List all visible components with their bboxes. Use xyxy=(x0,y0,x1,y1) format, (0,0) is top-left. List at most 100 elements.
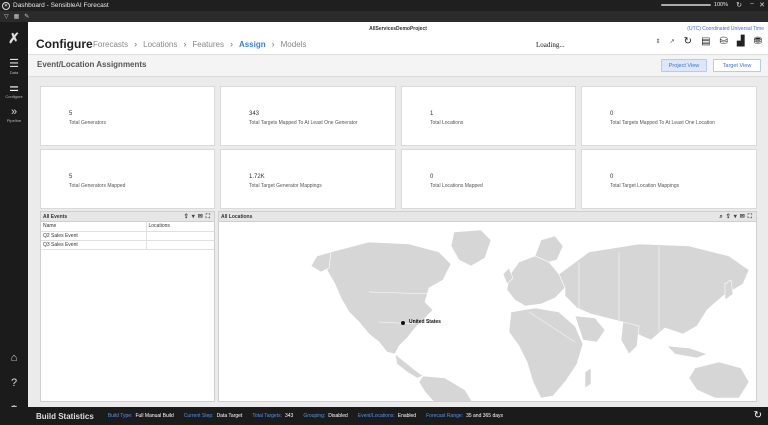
column-header-locations[interactable]: Locations xyxy=(145,222,214,232)
stat-build-type: Build Type: Full Manual Build xyxy=(108,413,174,419)
stat-key: Build Type: xyxy=(107,413,133,419)
events-panel-tools: ⇪ ▾ ✉ ⛶ xyxy=(184,212,210,222)
comment-icon[interactable]: ✉ xyxy=(740,212,745,222)
event-locations-cell[interactable] xyxy=(145,240,214,250)
events-table: Name Locations Q2 Sales Event Q3 Sales E… xyxy=(41,222,214,250)
target-view-button[interactable]: Target View xyxy=(713,59,761,72)
indonesia-shape xyxy=(666,345,708,359)
table-row[interactable]: Q3 Sales Event xyxy=(41,240,214,250)
chevron-right-icon: › xyxy=(183,39,187,49)
stat-value: Enabled xyxy=(397,413,417,419)
nav-item-data[interactable]: ☰ Data xyxy=(0,58,28,75)
stat-current-step: Current Step: Data Target xyxy=(184,413,243,419)
table-header-row: Name Locations xyxy=(41,222,214,232)
stat-key: Forecast Range: xyxy=(426,413,464,419)
metric-value: 0 xyxy=(610,174,614,180)
nav-item-home[interactable]: ⌂ xyxy=(0,352,28,364)
crumb-features[interactable]: Features xyxy=(192,40,224,49)
metric-label: Total Generators Mapped xyxy=(69,183,126,189)
metric-card: 1 Total Locations xyxy=(401,86,576,146)
world-map[interactable]: United States xyxy=(219,222,756,401)
help-icon: ? xyxy=(10,377,18,389)
minimize-icon[interactable]: − xyxy=(750,1,754,8)
europe-shape xyxy=(506,255,566,307)
metric-card: 343 Total Targets Mapped To At Least One… xyxy=(220,86,396,146)
crumb-models[interactable]: Models xyxy=(281,40,307,49)
metric-label: Total Targets Mapped To At Least One Gen… xyxy=(249,120,358,126)
rebuild-refresh-icon[interactable]: ↻ xyxy=(754,410,762,421)
export-icon[interactable]: ⇪ xyxy=(726,212,731,222)
stat-value: 343 xyxy=(284,413,294,419)
filter-icon[interactable]: ▽ xyxy=(4,13,9,20)
locations-panel: All Locations ⌕ ⇪ ▾ ✉ ⛶ United States xyxy=(218,211,757,402)
locations-panel-title: All Locations xyxy=(221,214,253,220)
nav-item-pipeline[interactable]: » Pipeline xyxy=(0,106,28,123)
greenland-shape xyxy=(450,229,492,267)
search-icon[interactable]: ⌕ xyxy=(719,212,722,222)
section-header: Event/Location Assignments Project View … xyxy=(28,55,768,77)
section-title: Event/Location Assignments xyxy=(37,60,147,69)
crumb-assign[interactable]: Assign xyxy=(239,40,266,49)
document-icon[interactable]: ▤ xyxy=(701,36,710,47)
database-settings-icon[interactable]: ⛁ xyxy=(720,36,728,47)
zoom-control[interactable]: 100% xyxy=(660,2,728,8)
nav-item-help[interactable]: ? xyxy=(0,377,28,389)
expand-icon[interactable]: ⛶ xyxy=(748,212,752,222)
expand-icon[interactable]: ⛶ xyxy=(206,212,210,222)
chevron-down-icon[interactable]: ▾ xyxy=(192,212,195,222)
events-panel-title: All Events xyxy=(43,214,68,220)
dashboard-content: 5 Total Generators 343 Total Targets Map… xyxy=(28,77,768,407)
metric-label: Total Locations xyxy=(430,120,464,126)
refresh-icon[interactable]: ↻ xyxy=(684,36,692,47)
timezone-link[interactable]: (UTC) Coordinated Universal Time xyxy=(687,26,764,32)
event-name-cell[interactable]: Q3 Sales Event xyxy=(41,240,146,250)
database-sync-icon[interactable]: ⛃ xyxy=(754,36,762,47)
scroll-stepper-icon[interactable]: ⇕ xyxy=(656,38,661,45)
brand-logo-icon: ✗ xyxy=(8,30,20,46)
database-icon: ☰ xyxy=(9,58,19,70)
refresh-window-icon[interactable]: ↻ xyxy=(736,1,742,9)
nav-item-configure[interactable]: ⚌ Configure xyxy=(0,82,28,99)
scandinavia-shape xyxy=(534,235,564,263)
locations-panel-tools: ⌕ ⇪ ▾ ✉ ⛶ xyxy=(719,212,752,222)
metric-value: 343 xyxy=(249,111,260,117)
location-marker[interactable] xyxy=(401,321,405,325)
stat-event-locations: Event/Locations: Enabled xyxy=(358,413,416,419)
crumb-locations[interactable]: Locations xyxy=(143,40,177,49)
metric-value: 5 xyxy=(69,174,73,180)
edit-icon[interactable]: ✎ xyxy=(24,13,29,20)
project-view-button[interactable]: Project View xyxy=(661,59,707,72)
stat-total-targets: Total Targets: 343 xyxy=(252,413,293,419)
status-title: Build Statistics xyxy=(36,411,94,421)
stat-key: Grouping: xyxy=(303,413,326,419)
close-window-icon[interactable]: ✕ xyxy=(759,1,765,9)
australia-shape xyxy=(688,361,750,399)
metric-value: 5 xyxy=(69,111,73,117)
external-link-icon[interactable]: ↗ xyxy=(670,38,675,45)
chevron-down-icon[interactable]: ▾ xyxy=(734,212,737,222)
nav-logo[interactable]: ✗ xyxy=(0,30,28,46)
metric-value: 1 xyxy=(430,111,434,117)
chart-settings-icon[interactable]: ▟ xyxy=(737,36,745,47)
page-title: Configure xyxy=(36,37,93,51)
crumb-forecasts[interactable]: Forecasts xyxy=(93,40,128,49)
event-locations-cell[interactable] xyxy=(145,231,214,241)
table-icon[interactable]: ▦ xyxy=(14,13,20,20)
event-name-cell[interactable]: Q2 Sales Event xyxy=(41,231,146,241)
table-row[interactable]: Q2 Sales Event xyxy=(41,231,214,241)
metric-card: 0 Total Targets Mapped To At Least One L… xyxy=(581,86,757,146)
left-navigation: ✗ ☰ Data ⚌ Configure » Pipeline ⌂ ? ⚙ xyxy=(0,22,28,425)
south-america-shape xyxy=(418,375,473,401)
central-america-shape xyxy=(394,353,424,379)
zoom-slider[interactable] xyxy=(660,4,711,6)
comment-icon[interactable]: ✉ xyxy=(198,212,203,222)
page-header: AllServicesDemoProject (UTC) Coordinated… xyxy=(28,22,768,55)
metric-value: 0 xyxy=(610,111,614,117)
metric-card: 1.72K Total Target Generator Mappings xyxy=(220,149,396,209)
events-panel: All Events ⇪ ▾ ✉ ⛶ Name Locations Q2 Sal… xyxy=(40,211,215,402)
chevron-right-icon: › xyxy=(134,39,138,49)
export-icon[interactable]: ⇪ xyxy=(184,212,189,222)
loading-indicator: Loading... xyxy=(536,41,565,49)
nav-item-label: Data xyxy=(9,70,19,75)
column-header-name[interactable]: Name xyxy=(41,222,146,232)
